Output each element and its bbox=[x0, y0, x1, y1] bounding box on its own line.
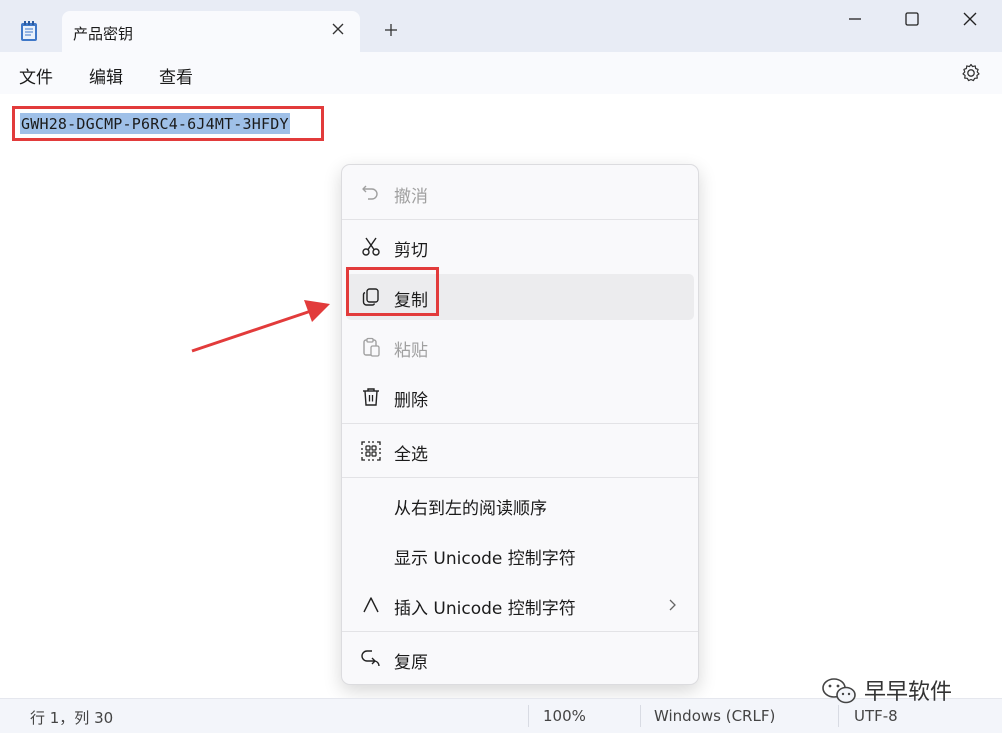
zoom-level[interactable]: 100% bbox=[543, 707, 586, 725]
scissors-icon bbox=[362, 237, 380, 256]
encoding[interactable]: UTF-8 bbox=[854, 707, 898, 725]
status-divider bbox=[640, 705, 641, 727]
menu-item-select-all[interactable]: 全选 bbox=[346, 428, 694, 474]
menu-label-cut: 剪切 bbox=[394, 241, 428, 261]
menu-label-show-unicode: 显示 Unicode 控制字符 bbox=[394, 549, 576, 569]
menu-bar: 文件 编辑 查看 bbox=[0, 52, 1002, 94]
status-divider bbox=[838, 705, 839, 727]
close-icon[interactable] bbox=[961, 10, 979, 28]
menu-label-rtl: 从右到左的阅读顺序 bbox=[394, 499, 547, 519]
menu-separator bbox=[342, 423, 698, 424]
menu-separator bbox=[342, 631, 698, 632]
menu-file[interactable]: 文件 bbox=[19, 63, 53, 88]
menu-item-delete[interactable]: 删除 bbox=[346, 374, 694, 420]
watermark-text: 早早软件 bbox=[864, 680, 953, 705]
maximize-icon[interactable] bbox=[903, 10, 921, 28]
annotation-highlight-copy bbox=[346, 267, 439, 316]
menu-separator bbox=[342, 477, 698, 478]
watermark: 早早软件 bbox=[818, 672, 988, 708]
cursor-position: 行 1，列 30 bbox=[30, 709, 114, 727]
menu-label-paste: 粘贴 bbox=[394, 341, 428, 361]
menu-view[interactable]: 查看 bbox=[159, 63, 193, 88]
menu-label-select-all: 全选 bbox=[394, 445, 428, 465]
menu-item-undo[interactable]: 撤消 bbox=[346, 170, 694, 216]
reconversion-icon bbox=[361, 650, 380, 667]
title-bar: 产品密钥 bbox=[0, 0, 1002, 52]
menu-item-show-unicode[interactable]: 显示 Unicode 控制字符 bbox=[346, 532, 694, 578]
menu-item-rtl[interactable]: 从右到左的阅读顺序 bbox=[346, 482, 694, 528]
status-divider bbox=[528, 705, 529, 727]
menu-edit[interactable]: 编辑 bbox=[89, 63, 123, 88]
menu-label-delete: 删除 bbox=[394, 391, 428, 411]
close-icon[interactable] bbox=[330, 21, 346, 37]
undo-icon bbox=[362, 185, 378, 200]
context-menu: 撤消 剪切 复制 粘贴 删除 全选 从右到左的阅读顺序 显示 Unicode 控… bbox=[341, 164, 699, 685]
caret-icon bbox=[363, 597, 379, 613]
minimize-icon[interactable] bbox=[846, 10, 864, 28]
menu-label-undo: 撤消 bbox=[394, 187, 428, 207]
menu-label-reconversion: 复原 bbox=[394, 653, 428, 673]
menu-item-insert-unicode[interactable]: 插入 Unicode 控制字符 bbox=[346, 582, 694, 628]
menu-item-reconversion[interactable]: 复原 bbox=[346, 636, 694, 682]
select-all-icon bbox=[361, 441, 381, 461]
chevron-right-icon bbox=[669, 599, 676, 611]
menu-separator bbox=[342, 219, 698, 220]
plus-icon[interactable] bbox=[383, 22, 399, 38]
notepad-icon bbox=[21, 21, 37, 41]
menu-item-cut[interactable]: 剪切 bbox=[346, 224, 694, 270]
trash-icon bbox=[363, 388, 379, 406]
menu-label-insert-unicode: 插入 Unicode 控制字符 bbox=[394, 599, 576, 619]
tab-title: 产品密钥 bbox=[73, 25, 134, 43]
wechat-icon bbox=[822, 678, 856, 704]
menu-item-paste[interactable]: 粘贴 bbox=[346, 324, 694, 370]
tab-document[interactable]: 产品密钥 bbox=[62, 11, 360, 52]
line-ending[interactable]: Windows (CRLF) bbox=[654, 707, 775, 725]
clipboard-icon bbox=[363, 337, 380, 357]
annotation-highlight-text bbox=[12, 106, 324, 141]
gear-icon[interactable] bbox=[960, 62, 982, 84]
